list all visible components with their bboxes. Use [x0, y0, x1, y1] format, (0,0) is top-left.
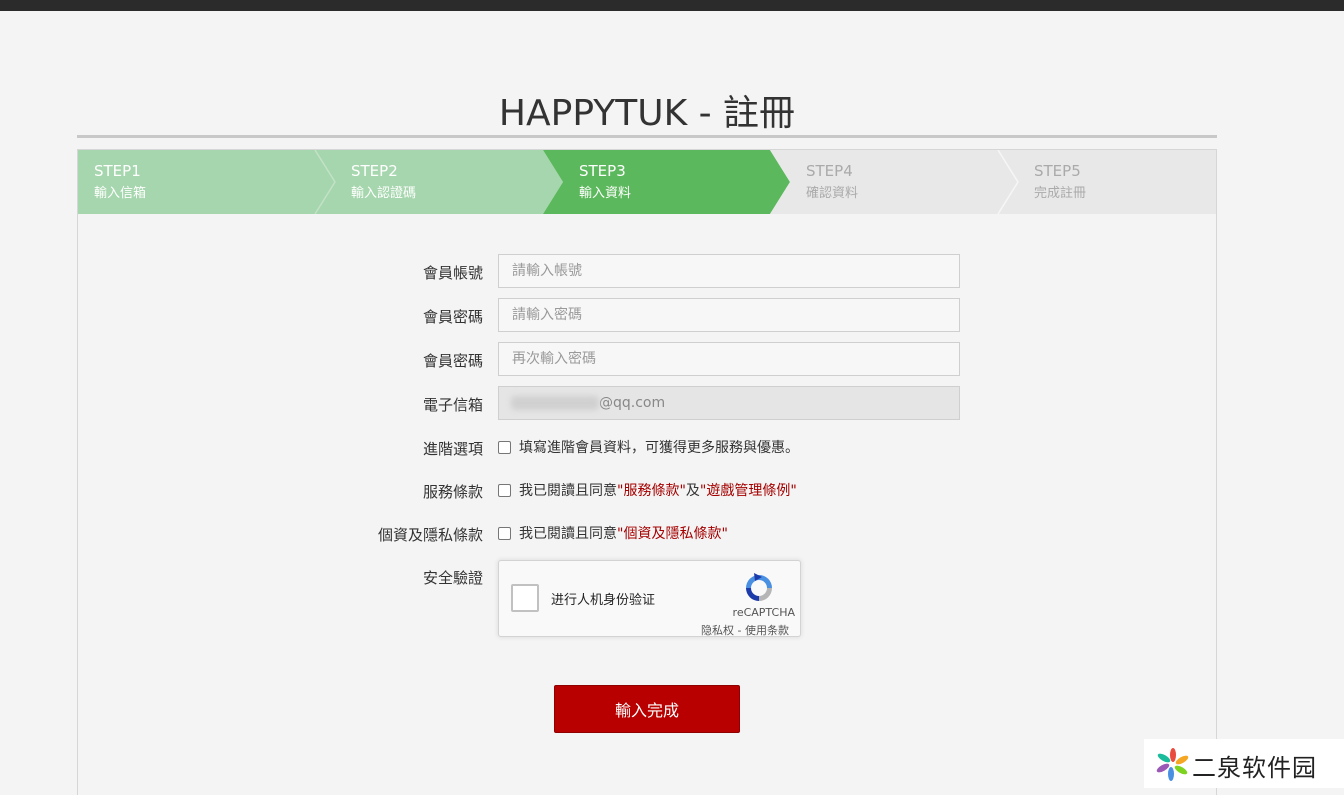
password-confirm-label: 會員密碼 [422, 352, 483, 370]
privacy-label: 個資及隱私條款 [377, 526, 483, 544]
step3: STEP3 輸入資料 [579, 162, 631, 203]
privacy-checkbox[interactable] [498, 526, 511, 540]
email-row: 電子信箱 @qq.com [78, 386, 1216, 420]
privacy-link[interactable]: "個資及隱私條款" [617, 526, 728, 542]
registration-panel: STEP1 輸入信箱 STEP2 輸入認證碼 STEP3 輸入資料 STEP4 … [77, 149, 1217, 795]
game-rules-link[interactable]: "遊戲管理條例" [700, 483, 797, 499]
terms-link[interactable]: "服務條款" [617, 483, 686, 499]
advanced-row: 進階選項 填寫進階會員資料，可獲得更多服務與優惠。 [78, 430, 1216, 464]
step1-number: STEP1 [94, 162, 141, 180]
terms-label: 服務條款 [422, 483, 483, 501]
terms-checkbox[interactable] [498, 483, 511, 497]
recaptcha-widget: 进行人机身份验证 reCAPTCHA 隐私权 - 使用条款 [498, 560, 801, 637]
step4: STEP4 確認資料 [806, 162, 858, 203]
advanced-label: 進階選項 [422, 440, 483, 458]
privacy-prefix: 我已閱讀且同意 [519, 526, 617, 542]
step5-bg [998, 150, 1216, 214]
privacy-option: 我已閱讀且同意"個資及隱私條款" [498, 516, 728, 550]
recaptcha-checkbox[interactable] [511, 584, 539, 612]
password-confirm-row: 會員密碼 [78, 342, 1216, 376]
step-progress-bar: STEP1 輸入信箱 STEP2 輸入認證碼 STEP3 輸入資料 STEP4 … [78, 150, 1216, 214]
terms-prefix: 我已閱讀且同意 [519, 483, 617, 499]
step4-number: STEP4 [806, 162, 853, 180]
password-input[interactable] [498, 298, 960, 332]
step2-number: STEP2 [351, 162, 398, 180]
watermark-logo-icon [1156, 748, 1189, 781]
step1: STEP1 輸入信箱 [94, 162, 146, 203]
step1-label: 輸入信箱 [94, 186, 147, 201]
account-label: 會員帳號 [422, 264, 483, 282]
step5: STEP5 完成註冊 [1034, 162, 1086, 203]
recaptcha-label: 进行人机身份验证 [551, 593, 656, 608]
password-row: 會員密碼 [78, 298, 1216, 332]
email-redacted [511, 396, 599, 410]
step3-label: 輸入資料 [579, 186, 632, 201]
terms-row: 服務條款 我已閱讀且同意"服務條款"及"遊戲管理條例" [78, 473, 1216, 507]
account-row: 會員帳號 [78, 254, 1216, 288]
step3-number: STEP3 [579, 162, 626, 180]
terms-join: 及 [685, 483, 700, 499]
privacy-text: 我已閱讀且同意"個資及隱私條款" [519, 523, 728, 543]
password-confirm-input[interactable] [498, 342, 960, 376]
advanced-text: 填寫進階會員資料，可獲得更多服務與優惠。 [519, 440, 799, 456]
title-divider [77, 135, 1217, 138]
watermark-text: 二泉软件园 [1192, 754, 1317, 782]
browser-top-bar [0, 0, 1344, 11]
privacy-row: 個資及隱私條款 我已閱讀且同意"個資及隱私條款" [78, 516, 1216, 550]
password-label: 會員密碼 [422, 308, 483, 326]
terms-option: 我已閱讀且同意"服務條款"及"遊戲管理條例" [498, 473, 797, 507]
recaptcha-links[interactable]: 隐私权 - 使用条款 [701, 622, 789, 638]
security-label: 安全驗證 [422, 569, 483, 587]
step5-label: 完成註冊 [1034, 186, 1087, 201]
page-title: HAPPYTUK - 註冊 [498, 93, 796, 134]
email-value-suffix: @qq.com [599, 395, 666, 411]
terms-text: 我已閱讀且同意"服務條款"及"遊戲管理條例" [519, 480, 797, 500]
advanced-checkbox[interactable] [498, 440, 511, 454]
watermark: 二泉软件园 [1144, 739, 1344, 788]
account-input[interactable] [498, 254, 960, 288]
step2-label: 輸入認證碼 [351, 186, 417, 201]
step5-number: STEP5 [1034, 162, 1081, 180]
step4-label: 確認資料 [806, 186, 859, 201]
email-label: 電子信箱 [422, 396, 483, 414]
recaptcha-logo-icon [746, 573, 772, 601]
submit-button[interactable]: 輸入完成 [554, 685, 740, 733]
advanced-option: 填寫進階會員資料，可獲得更多服務與優惠。 [498, 430, 799, 464]
recaptcha-brand: reCAPTCHA [732, 606, 795, 619]
step2: STEP2 輸入認證碼 [351, 162, 416, 203]
